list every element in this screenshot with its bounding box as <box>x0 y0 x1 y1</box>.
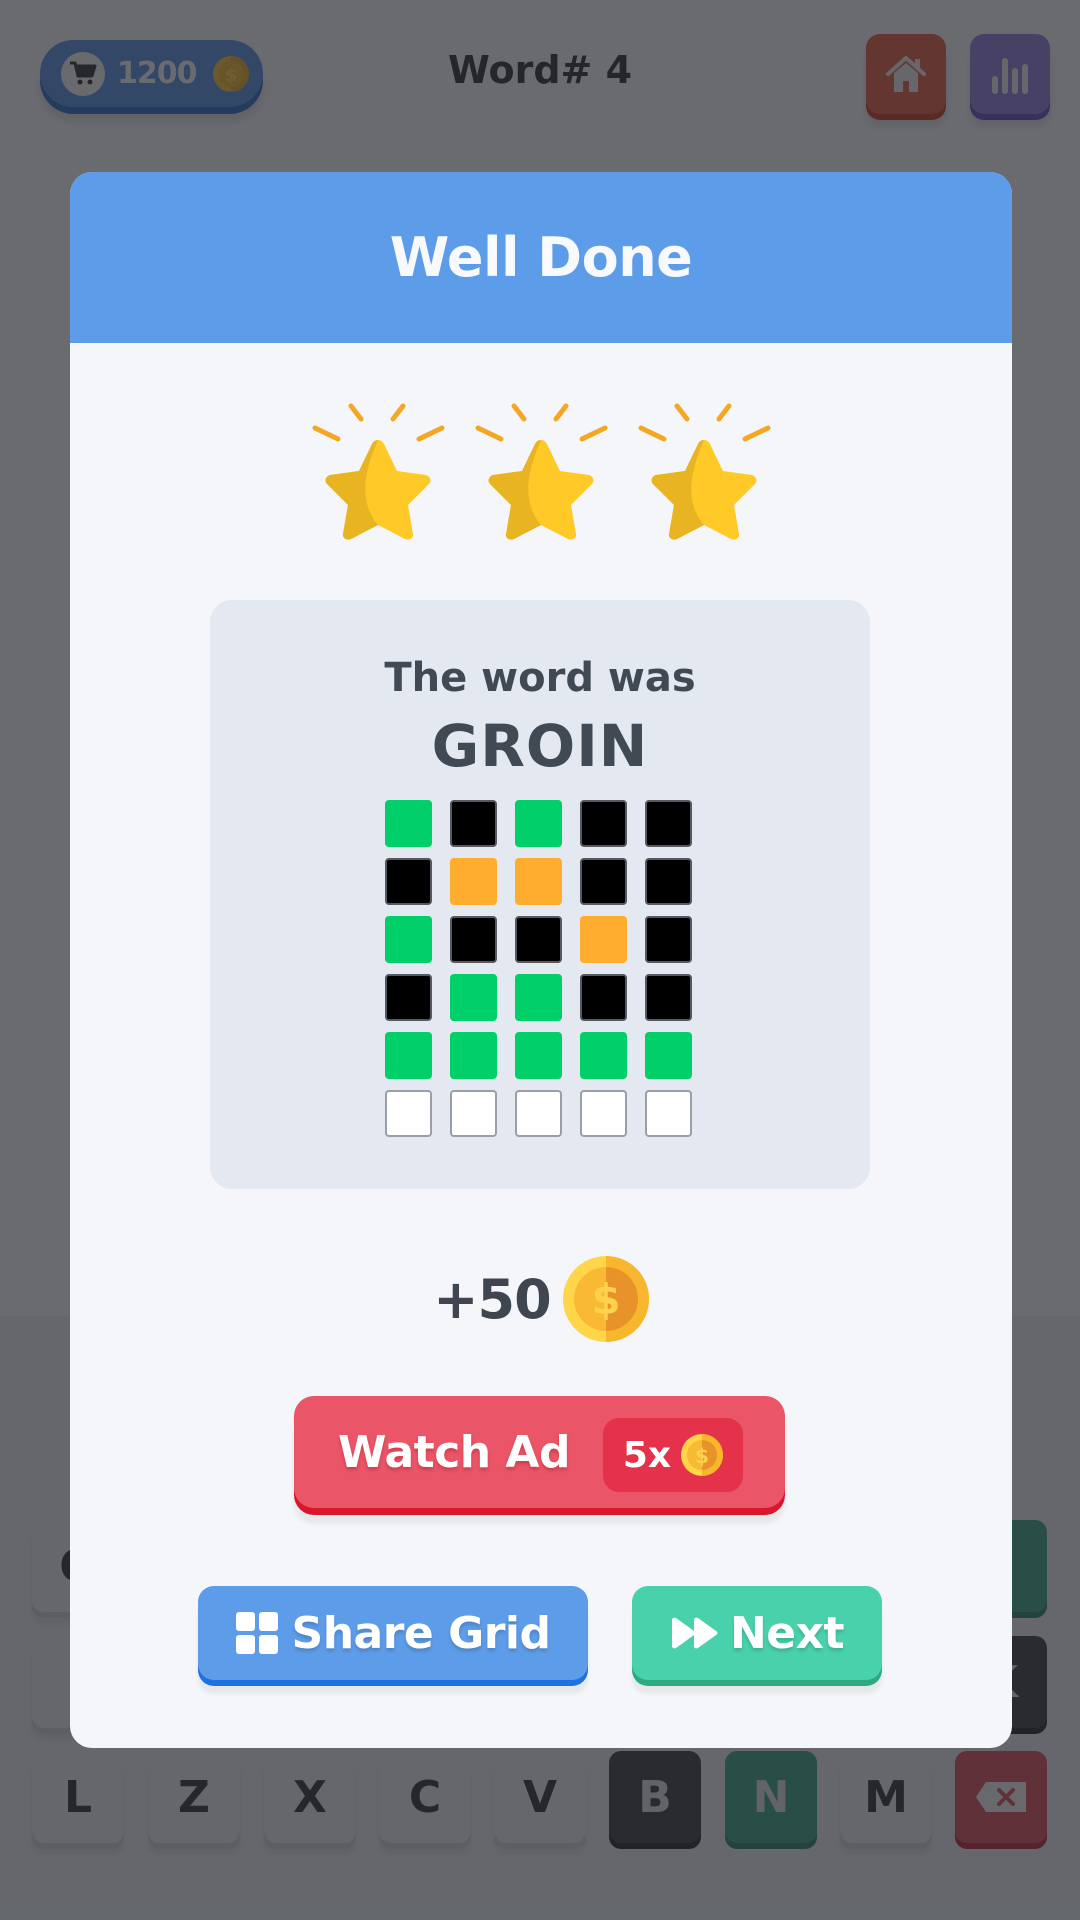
grid-cell-present <box>580 916 627 963</box>
grid-cell-correct <box>450 974 497 1021</box>
star-icon <box>475 403 607 540</box>
grid-cell-correct <box>515 800 562 847</box>
grid-cell-present <box>450 858 497 905</box>
grid-cell-absent <box>515 916 562 963</box>
reward-amount: +50 <box>433 1267 551 1331</box>
svg-text:$: $ <box>695 1444 709 1468</box>
grid-cell-absent <box>450 800 497 847</box>
watch-ad-label: Watch Ad <box>338 1426 570 1478</box>
modal-title: Well Done <box>389 226 693 289</box>
grid-cell-correct <box>385 916 432 963</box>
grid-cell-empty <box>580 1090 627 1137</box>
grid-cell-correct <box>385 1032 432 1079</box>
coin-icon: $ <box>562 1256 649 1342</box>
grid-cell-absent <box>645 974 692 1021</box>
next-button[interactable]: Next <box>632 1586 882 1680</box>
grid-cell-absent <box>645 800 692 847</box>
grid-cell-correct <box>385 800 432 847</box>
result-modal: Well Done The word was GROIN +50 $ Watch… <box>70 172 1012 1748</box>
reward: +50 $ <box>70 1254 1012 1344</box>
grid-cell-absent <box>645 916 692 963</box>
grid-cell-correct <box>450 1032 497 1079</box>
grid-row <box>385 974 705 1021</box>
next-label: Next <box>729 1607 845 1659</box>
star-rating <box>70 400 1012 550</box>
svg-text:$: $ <box>591 1275 620 1324</box>
grid-cell-absent <box>450 916 497 963</box>
grid-cell-correct <box>580 1032 627 1079</box>
share-grid-button[interactable]: Share Grid <box>198 1586 588 1680</box>
coin-icon: $ <box>681 1434 724 1476</box>
grid-cell-present <box>515 858 562 905</box>
grid-cell-correct <box>645 1032 692 1079</box>
word-label: The word was <box>384 655 696 701</box>
grid-cell-empty <box>450 1090 497 1137</box>
grid-cell-absent <box>580 858 627 905</box>
grid-cell-empty <box>385 1090 432 1137</box>
multiplier-text: 5x <box>622 1434 672 1476</box>
star-icon <box>638 403 770 540</box>
grid-icon <box>235 1612 278 1654</box>
star-icon <box>312 403 444 540</box>
fast-forward-icon <box>671 1617 718 1649</box>
grid-cell-absent <box>580 800 627 847</box>
grid-cell-absent <box>580 974 627 1021</box>
result-grid <box>385 800 705 1148</box>
result-panel: The word was GROIN <box>210 600 870 1189</box>
grid-cell-correct <box>515 1032 562 1079</box>
grid-row <box>385 800 705 847</box>
grid-cell-correct <box>515 974 562 1021</box>
answer-word: GROIN <box>431 712 649 780</box>
grid-cell-empty <box>515 1090 562 1137</box>
share-grid-label: Share Grid <box>291 1607 551 1659</box>
grid-row <box>385 916 705 963</box>
multiplier-badge: 5x $ <box>603 1418 743 1492</box>
grid-row <box>385 1090 705 1137</box>
grid-row <box>385 1032 705 1079</box>
grid-cell-absent <box>645 858 692 905</box>
grid-cell-absent <box>385 974 432 1021</box>
watch-ad-button[interactable]: Watch Ad 5x $ <box>294 1396 785 1508</box>
grid-cell-absent <box>385 858 432 905</box>
grid-cell-empty <box>645 1090 692 1137</box>
modal-header: Well Done <box>70 172 1012 343</box>
grid-row <box>385 858 705 905</box>
